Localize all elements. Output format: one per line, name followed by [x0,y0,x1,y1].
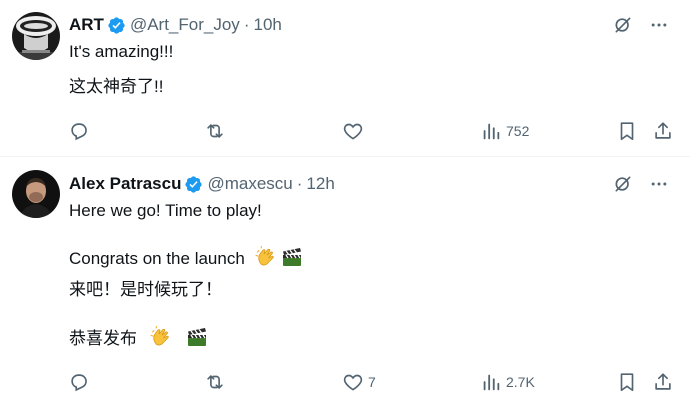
reply-button[interactable] [68,370,94,394]
separator-dot: · [296,174,303,193]
tweet-text: 恭喜发布 [69,329,137,348]
heart-icon [343,123,363,140]
verified-badge-icon [107,16,126,35]
like-button[interactable]: 7 [342,370,376,394]
repost-icon [207,124,223,138]
tweet-text: Congrats on the launch [69,249,245,268]
views-count: 752 [506,123,530,139]
avatar-image [12,170,60,218]
views-button[interactable]: 2.7K [480,370,535,394]
clapper-board-emoji [186,326,208,354]
grok-slash-icon[interactable] [612,14,634,36]
more-dots-icon[interactable] [648,14,670,36]
display-name[interactable]: ART [69,15,104,35]
bookmark-button[interactable] [616,370,638,394]
more-dots-icon[interactable] [648,173,670,195]
verified-badge-icon [184,175,203,194]
grok-slash-icon[interactable] [612,173,634,195]
reply-icon [71,123,87,141]
tweet[interactable]: Alex Patrascu @maxescu · 12h Here we go!… [0,157,690,401]
clapper-board-emoji [281,246,303,274]
tweet-header: Alex Patrascu @maxescu · 12h [69,172,335,196]
tweet-text-line: 这太神奇了!! [69,77,164,96]
bookmark-icon [620,373,634,392]
share-icon [655,122,671,139]
views-count: 2.7K [506,374,535,390]
share-icon [655,373,671,390]
share-button[interactable] [652,119,674,143]
tweet-text-line: Here we go! Time to play! [69,201,262,220]
repost-icon [207,375,223,389]
tweet-text-line-with-emoji: Congrats on the launch [69,246,303,274]
tweet-action-bar: 7 2.7K [68,370,678,394]
share-button[interactable] [652,370,674,394]
reply-button[interactable] [68,119,94,143]
views-bar-icon [483,374,500,391]
user-handle[interactable]: @Art_For_Joy [130,15,240,35]
views-button[interactable]: 752 [480,119,529,143]
timestamp[interactable]: 12h [306,174,334,194]
tweet-text-line: 来吧！是时候玩了！ [69,280,222,299]
bookmark-button[interactable] [616,119,638,143]
timestamp[interactable]: 10h [253,15,281,35]
tweet-text-line-with-emoji: 恭喜发布 [69,326,208,354]
tweet-text-line: It's amazing!!! [69,42,174,61]
tweet-top-actions [612,173,670,195]
views-bar-icon [483,123,500,140]
like-button[interactable] [342,119,368,143]
tweet[interactable]: ART @Art_For_Joy · 10h It's amazing!!! 这… [0,0,690,156]
tweet-header: ART @Art_For_Joy · 10h [69,13,282,37]
avatar[interactable] [12,12,60,60]
avatar[interactable] [12,170,60,218]
display-name[interactable]: Alex Patrascu [69,174,181,194]
tweet-top-actions [612,14,670,36]
reply-icon [71,374,87,392]
clapping-hands-emoji [150,326,172,354]
repost-button[interactable] [204,119,230,143]
user-handle[interactable]: @maxescu [207,174,292,194]
avatar-image [12,12,60,60]
separator-dot: · [243,15,250,34]
bookmark-icon [620,122,634,141]
tweet-action-bar: 752 [68,119,678,143]
clapping-hands-emoji [255,246,277,274]
heart-icon [343,374,363,391]
repost-button[interactable] [204,370,230,394]
like-count: 7 [368,374,376,390]
